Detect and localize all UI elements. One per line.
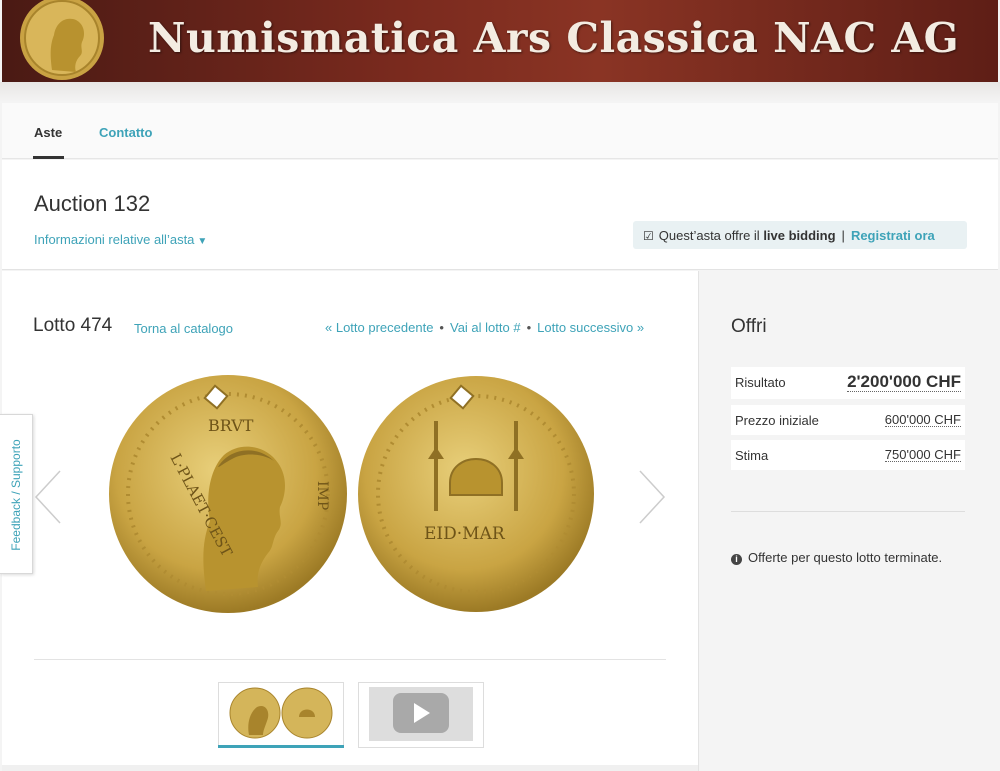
divider [731, 511, 965, 512]
feedback-tab[interactable]: Feedback / Supporto [0, 414, 33, 574]
register-link[interactable]: Registrati ora [851, 228, 935, 243]
auction-title: Auction 132 [34, 191, 151, 216]
estimate-label: Stima [735, 448, 769, 463]
play-icon [393, 693, 449, 733]
coin-text-imp: IMP [314, 481, 330, 510]
bid-panel: Offri Risultato 2'200'000 CHF Prezzo ini… [698, 271, 998, 771]
estimate-value: 750'000 CHF [884, 447, 961, 462]
back-to-catalog-link[interactable]: Torna al catalogo [134, 321, 233, 336]
lot-navigation: « Lotto precedente • Vai al lotto # • Lotto … [325, 320, 644, 335]
auction-header: Auction 132 Informazioni relative all’as… [2, 160, 998, 270]
live-separator: | [841, 228, 845, 243]
site-title[interactable]: Numismatica Ars Classica NAC AG [148, 14, 959, 62]
banner-shadow [0, 82, 1000, 102]
next-lot-link[interactable]: Lotto successivo » [537, 320, 644, 335]
auction-info-label: Informazioni relative all’asta [34, 232, 195, 247]
live-bidding-label: live bidding [763, 228, 836, 243]
nav-dot: • [526, 320, 532, 335]
auction-info-link[interactable]: Informazioni relative all’asta ▼ [34, 232, 207, 247]
nav-aste[interactable]: Aste [34, 125, 62, 140]
goto-lot-link[interactable]: Vai al lotto # [450, 320, 521, 335]
nav-contatto[interactable]: Contatto [99, 125, 152, 140]
checkbox-icon: ☑ [643, 229, 654, 243]
thumbnail-active-indicator [218, 745, 344, 748]
site-banner: Numismatica Ars Classica NAC AG [2, 0, 998, 82]
start-price-row: Prezzo iniziale 600'000 CHF [731, 405, 965, 435]
nav-active-indicator [33, 156, 64, 159]
result-label: Risultato [735, 375, 786, 390]
thumbnail-coin-image [229, 687, 333, 739]
thumbnail-video[interactable] [358, 682, 484, 748]
estimate-row: Stima 750'000 CHF [731, 440, 965, 470]
chevron-right-icon[interactable] [638, 469, 666, 525]
chevron-down-icon: ▼ [197, 236, 208, 247]
prev-lot-link[interactable]: « Lotto precedente [325, 320, 433, 335]
lot-panel: Lotto 474 Torna al catalogo « Lotto prec… [2, 271, 698, 771]
coin-text-brvt: BRVT [208, 416, 254, 435]
start-price-label: Prezzo iniziale [735, 413, 819, 428]
bid-panel-title: Offri [731, 316, 767, 337]
feedback-label: Feedback / Supporto [9, 439, 23, 551]
live-bidding-notice: ☑ Quest’asta offre il live bidding | Regist… [633, 221, 967, 249]
live-prefix: Quest’asta offre il [658, 228, 760, 243]
info-icon: i [731, 554, 742, 565]
chevron-left-icon[interactable] [34, 469, 62, 525]
video-placeholder [369, 687, 473, 741]
panel-bottom [2, 765, 698, 771]
bidding-ended-notice: i Offerte per questo lotto terminate. [731, 550, 942, 565]
bidding-ended-text: Offerte per questo lotto terminate. [748, 550, 943, 565]
start-price-value: 600'000 CHF [884, 412, 961, 427]
coin-logo-icon[interactable] [14, 0, 110, 80]
main-nav: Aste Contatto [2, 103, 998, 159]
divider [34, 659, 666, 660]
coin-text-eidmar: EID·MAR [424, 524, 506, 544]
thumbnail-coin[interactable] [218, 682, 344, 748]
result-value: 2'200'000 CHF [847, 372, 961, 392]
nav-dot: • [439, 320, 444, 335]
coin-image[interactable]: BRVT IMP L·PLAET·CEST EID·MAR [106, 371, 598, 617]
lot-title: Lotto 474 [33, 315, 113, 336]
result-row: Risultato 2'200'000 CHF [731, 367, 965, 399]
